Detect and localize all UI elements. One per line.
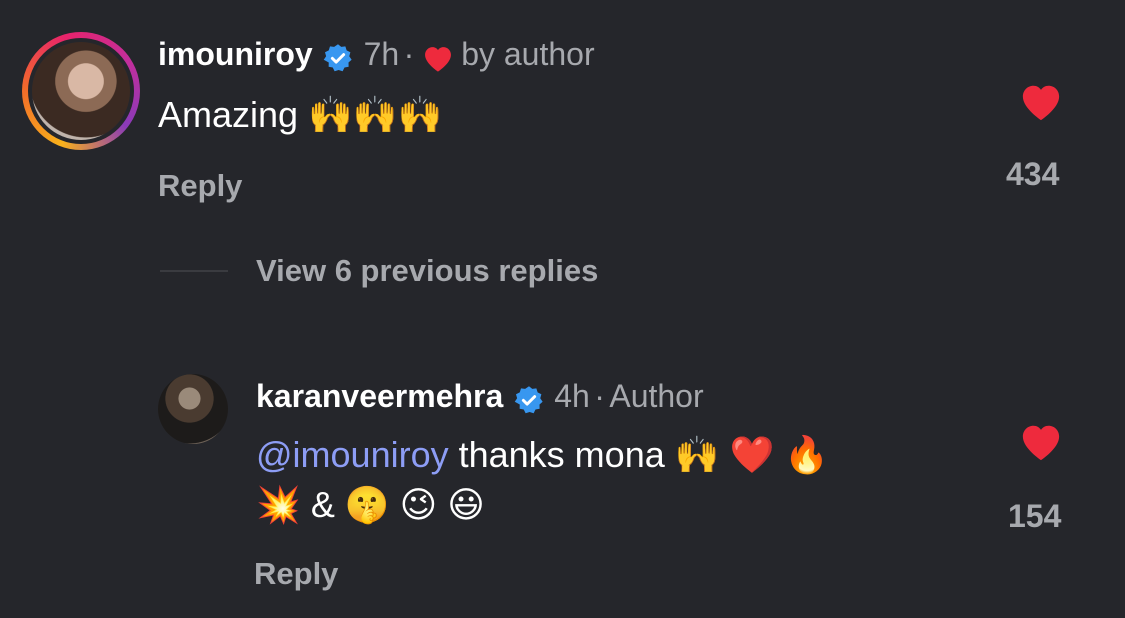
like-count[interactable]: 434 [1006, 156, 1059, 193]
view-replies-label[interactable]: View 6 previous replies [256, 253, 598, 289]
like-count[interactable]: 154 [1008, 498, 1061, 535]
meta-separator: · [403, 36, 415, 72]
comment-text-line-1: @imouniroy thanks mona 🙌 ❤️ 🔥 [256, 434, 829, 476]
verified-badge-icon [514, 385, 544, 420]
avatar [32, 42, 130, 140]
view-previous-replies[interactable]: View 6 previous replies [160, 253, 598, 289]
like-heart-icon[interactable] [1017, 80, 1065, 127]
comment-username[interactable]: karanveermehra [256, 378, 503, 414]
comment-time: 7h [363, 36, 400, 72]
comment-text: thanks mona 🙌 ❤️ 🔥 [448, 434, 830, 475]
reply-button[interactable]: Reply [158, 168, 242, 204]
author-liked-heart-icon [421, 43, 455, 78]
verified-badge-icon [323, 43, 353, 78]
avatar-story-ring[interactable] [22, 32, 140, 150]
meta-separator: · [594, 378, 605, 414]
avatar[interactable] [158, 374, 228, 444]
comment-time: 4h [554, 378, 590, 414]
mention-link[interactable]: @imouniroy [256, 434, 449, 475]
by-author-label: by author [461, 36, 595, 72]
comment-text-line-2: 💥 & 🤫 😉 😃 [256, 484, 485, 525]
divider [160, 270, 228, 272]
comment-username[interactable]: imouniroy [158, 36, 313, 72]
author-label: Author [609, 378, 704, 414]
comment-text: Amazing 🙌🙌🙌 [158, 94, 443, 135]
reply-button[interactable]: Reply [254, 556, 338, 592]
like-heart-icon[interactable] [1017, 420, 1065, 467]
